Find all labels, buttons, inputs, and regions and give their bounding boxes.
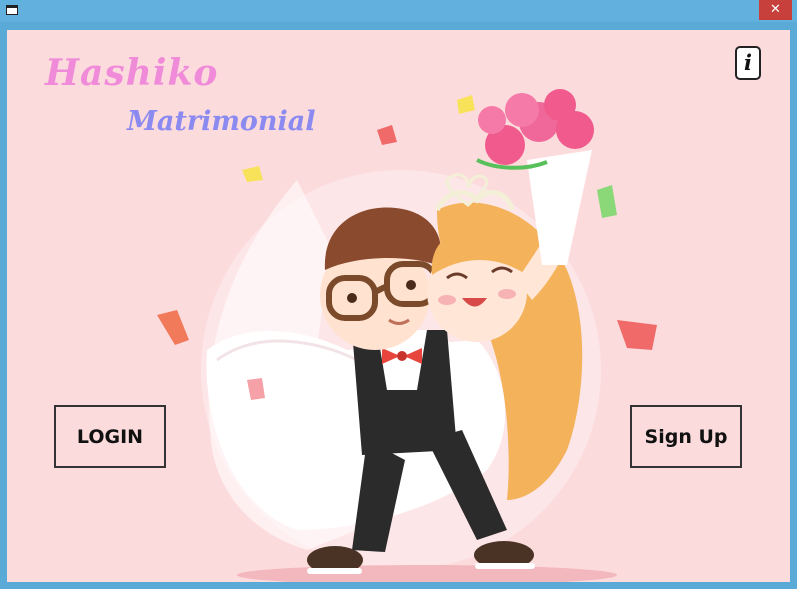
info-icon: i	[744, 50, 752, 75]
login-button[interactable]: LOGIN	[54, 405, 166, 468]
title-bar: ✕	[0, 0, 797, 22]
logo-title: Hashiko	[45, 52, 219, 94]
login-button-label: LOGIN	[76, 425, 144, 448]
logo-subtitle: Matrimonial	[127, 106, 316, 137]
close-button[interactable]: ✕	[759, 0, 792, 20]
window-icon	[6, 5, 18, 15]
signup-button-label: Sign Up	[644, 425, 728, 448]
close-icon: ✕	[770, 2, 781, 17]
info-button[interactable]: i	[735, 46, 761, 80]
main-form: Hashiko Matrimonial i LOGIN Sign Up	[7, 30, 790, 582]
wedding-couple-illustration	[157, 89, 657, 582]
signup-button[interactable]: Sign Up	[630, 405, 742, 468]
